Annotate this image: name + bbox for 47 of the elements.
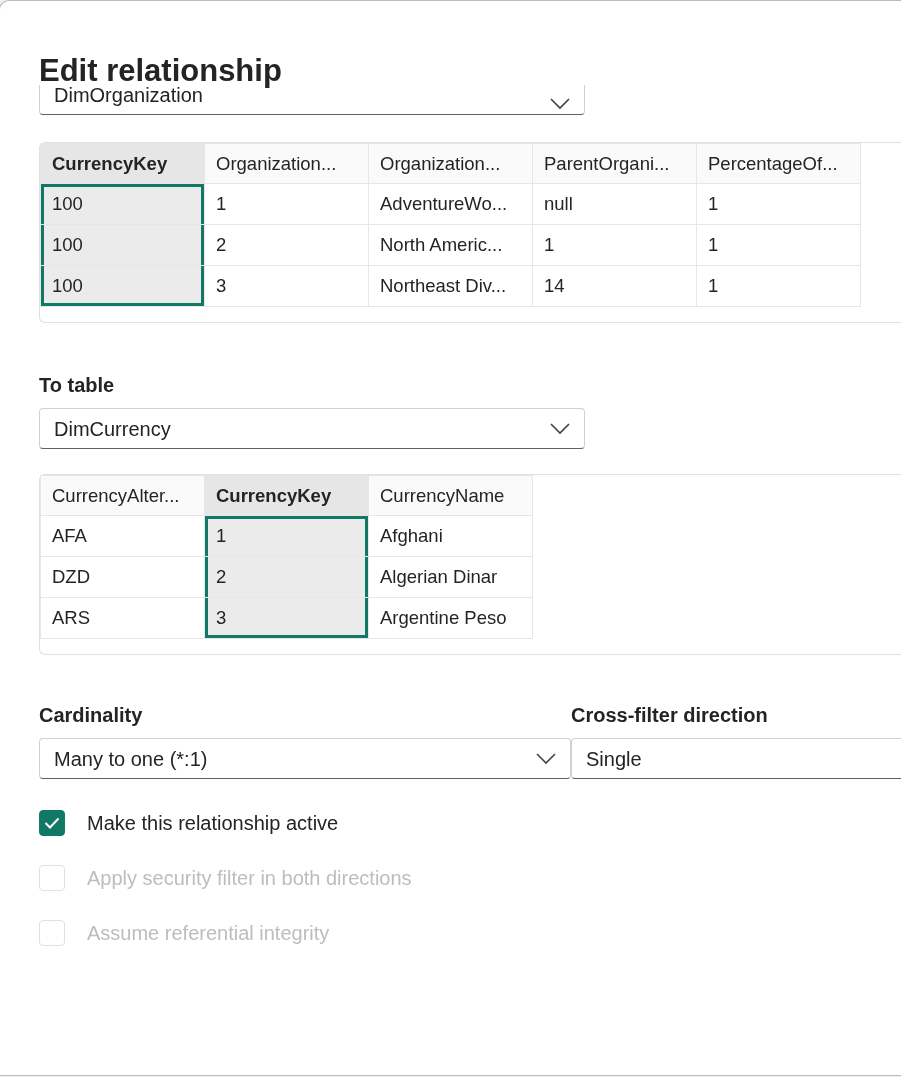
column-header[interactable]: Organization... [368, 143, 533, 184]
table-cell: 1 [204, 515, 369, 557]
checkmark-icon [44, 816, 60, 829]
table-cell: 1 [696, 265, 861, 307]
table-cell: North Americ... [368, 224, 533, 266]
checkbox-label: Apply security filter in both directions [87, 865, 412, 891]
chevron-down-icon [550, 98, 570, 110]
table-cell: Afghani [368, 515, 533, 557]
checkbox[interactable] [39, 809, 65, 836]
field-label: Cross-filter direction [571, 703, 769, 728]
column-header[interactable]: CurrencyKey [40, 143, 205, 184]
chevron-down-icon [536, 752, 556, 765]
table-cell: null [532, 183, 697, 225]
table-cell: Argentine Peso [368, 597, 533, 639]
chevron-down-icon [550, 422, 570, 435]
dropdown[interactable]: Many to one (*:1) [39, 738, 571, 779]
table-cell: 1 [696, 224, 861, 266]
table-cell: Algerian Dinar [368, 556, 533, 598]
column-header[interactable]: PercentageOf... [696, 143, 861, 184]
table-cell: 14 [532, 265, 697, 307]
checkbox-label[interactable]: Make this relationship active [87, 807, 339, 838]
dropdown[interactable]: Single [571, 738, 901, 779]
table-cell: 2 [204, 224, 369, 266]
field-label: To table [39, 373, 116, 398]
column-header[interactable]: Organization... [204, 143, 369, 184]
table-cell: 1 [204, 183, 369, 225]
column-header[interactable]: CurrencyName [368, 475, 533, 516]
table-cell: AdventureWo... [368, 183, 533, 225]
table-cell: DZD [40, 556, 205, 598]
table-cell: 2 [204, 556, 369, 598]
column-header[interactable]: ParentOrgani... [532, 143, 697, 184]
table-cell: 1 [696, 183, 861, 225]
table-cell: Northeast Div... [368, 265, 533, 307]
dropdown[interactable]: DimCurrency [39, 408, 585, 449]
table-cell: 1 [532, 224, 697, 266]
table-cell: 3 [204, 265, 369, 307]
table-cell: AFA [40, 515, 205, 557]
table-cell: ARS [40, 597, 205, 639]
field-label: Cardinality [39, 703, 144, 728]
dialog-title: Edit relationship [39, 52, 283, 88]
checkbox-label: Assume referential integrity [87, 920, 330, 946]
column-header[interactable]: CurrencyAlter... [40, 475, 205, 516]
table-cell: 100 [40, 183, 205, 225]
table-cell: 100 [40, 265, 205, 307]
column-header[interactable]: CurrencyKey [204, 475, 369, 516]
table-cell: 3 [204, 597, 369, 639]
table-cell: 100 [40, 224, 205, 266]
